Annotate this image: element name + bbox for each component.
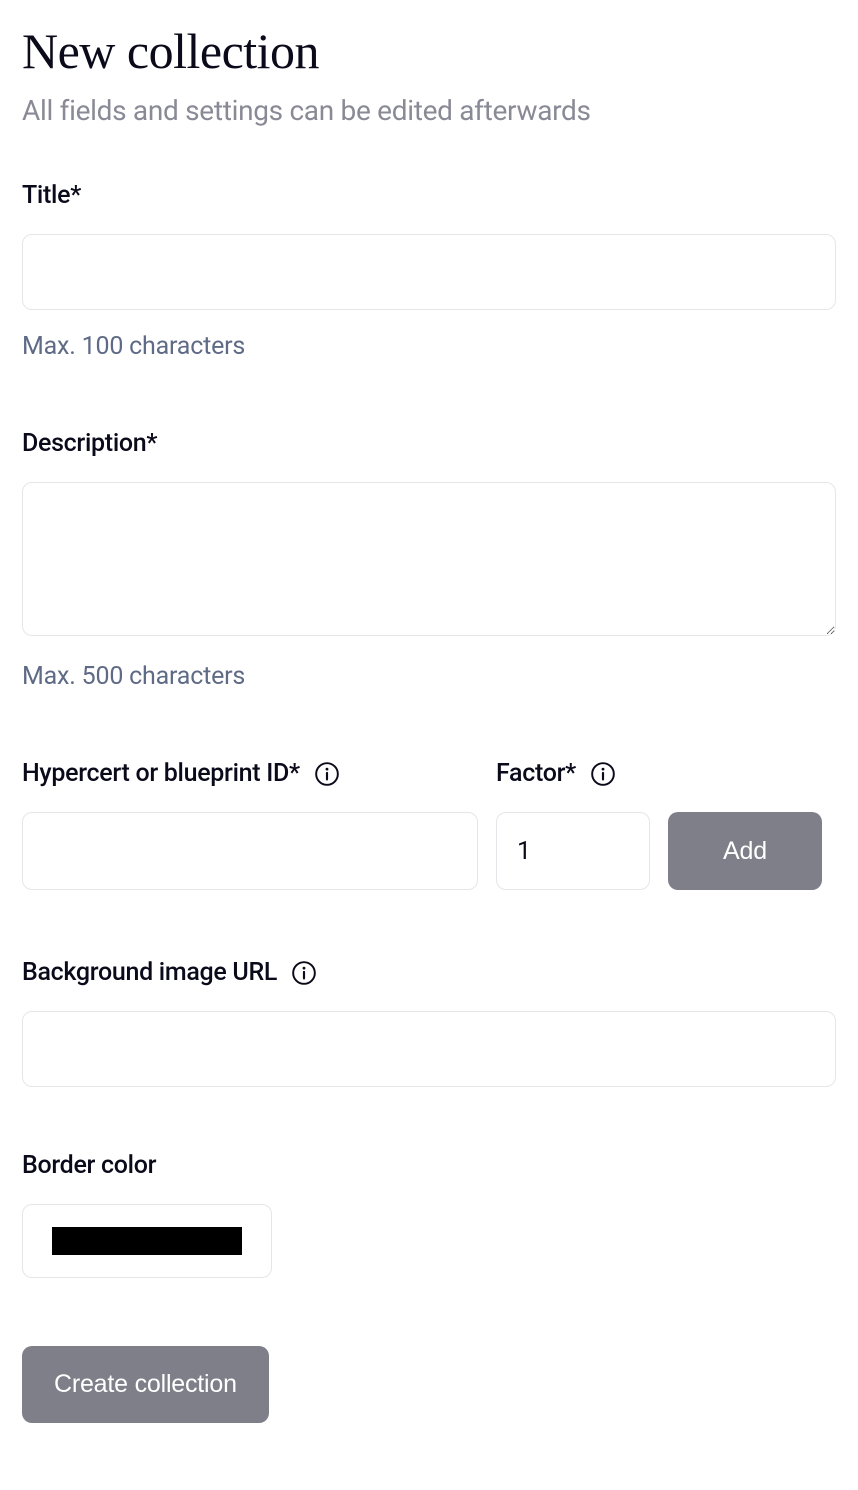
description-input[interactable]: [22, 482, 836, 636]
background-url-label-text: Background image URL: [22, 958, 277, 987]
page-subtitle: All fields and settings can be edited af…: [22, 94, 836, 127]
hypercert-label: Hypercert or blueprint ID*: [22, 759, 340, 788]
title-label: Title*: [22, 181, 81, 210]
field-group-hypercert-factor: Hypercert or blueprint ID* Factor*: [22, 759, 836, 890]
hypercert-label-text: Hypercert or blueprint ID*: [22, 759, 300, 788]
description-helper: Max. 500 characters: [22, 662, 836, 691]
info-icon[interactable]: [590, 761, 616, 787]
page-title: New collection: [22, 22, 836, 80]
field-group-description: Description* Max. 500 characters: [22, 429, 836, 691]
border-color-label: Border color: [22, 1151, 156, 1180]
description-label: Description*: [22, 429, 157, 458]
factor-input[interactable]: [496, 812, 650, 890]
title-input[interactable]: [22, 234, 836, 310]
field-group-background-url: Background image URL: [22, 958, 836, 1087]
factor-label-text: Factor*: [496, 759, 576, 788]
border-color-input-wrapper[interactable]: [22, 1204, 272, 1278]
field-group-title: Title* Max. 100 characters: [22, 181, 836, 361]
hypercert-input[interactable]: [22, 812, 478, 890]
field-group-border-color: Border color: [22, 1151, 836, 1278]
factor-label: Factor*: [496, 759, 616, 788]
info-icon[interactable]: [314, 761, 340, 787]
title-helper: Max. 100 characters: [22, 332, 836, 361]
info-icon[interactable]: [291, 960, 317, 986]
background-url-input[interactable]: [22, 1011, 836, 1087]
border-color-swatch[interactable]: [52, 1227, 242, 1255]
create-collection-button[interactable]: Create collection: [22, 1346, 269, 1423]
background-url-label: Background image URL: [22, 958, 317, 987]
add-button[interactable]: Add: [668, 812, 822, 890]
